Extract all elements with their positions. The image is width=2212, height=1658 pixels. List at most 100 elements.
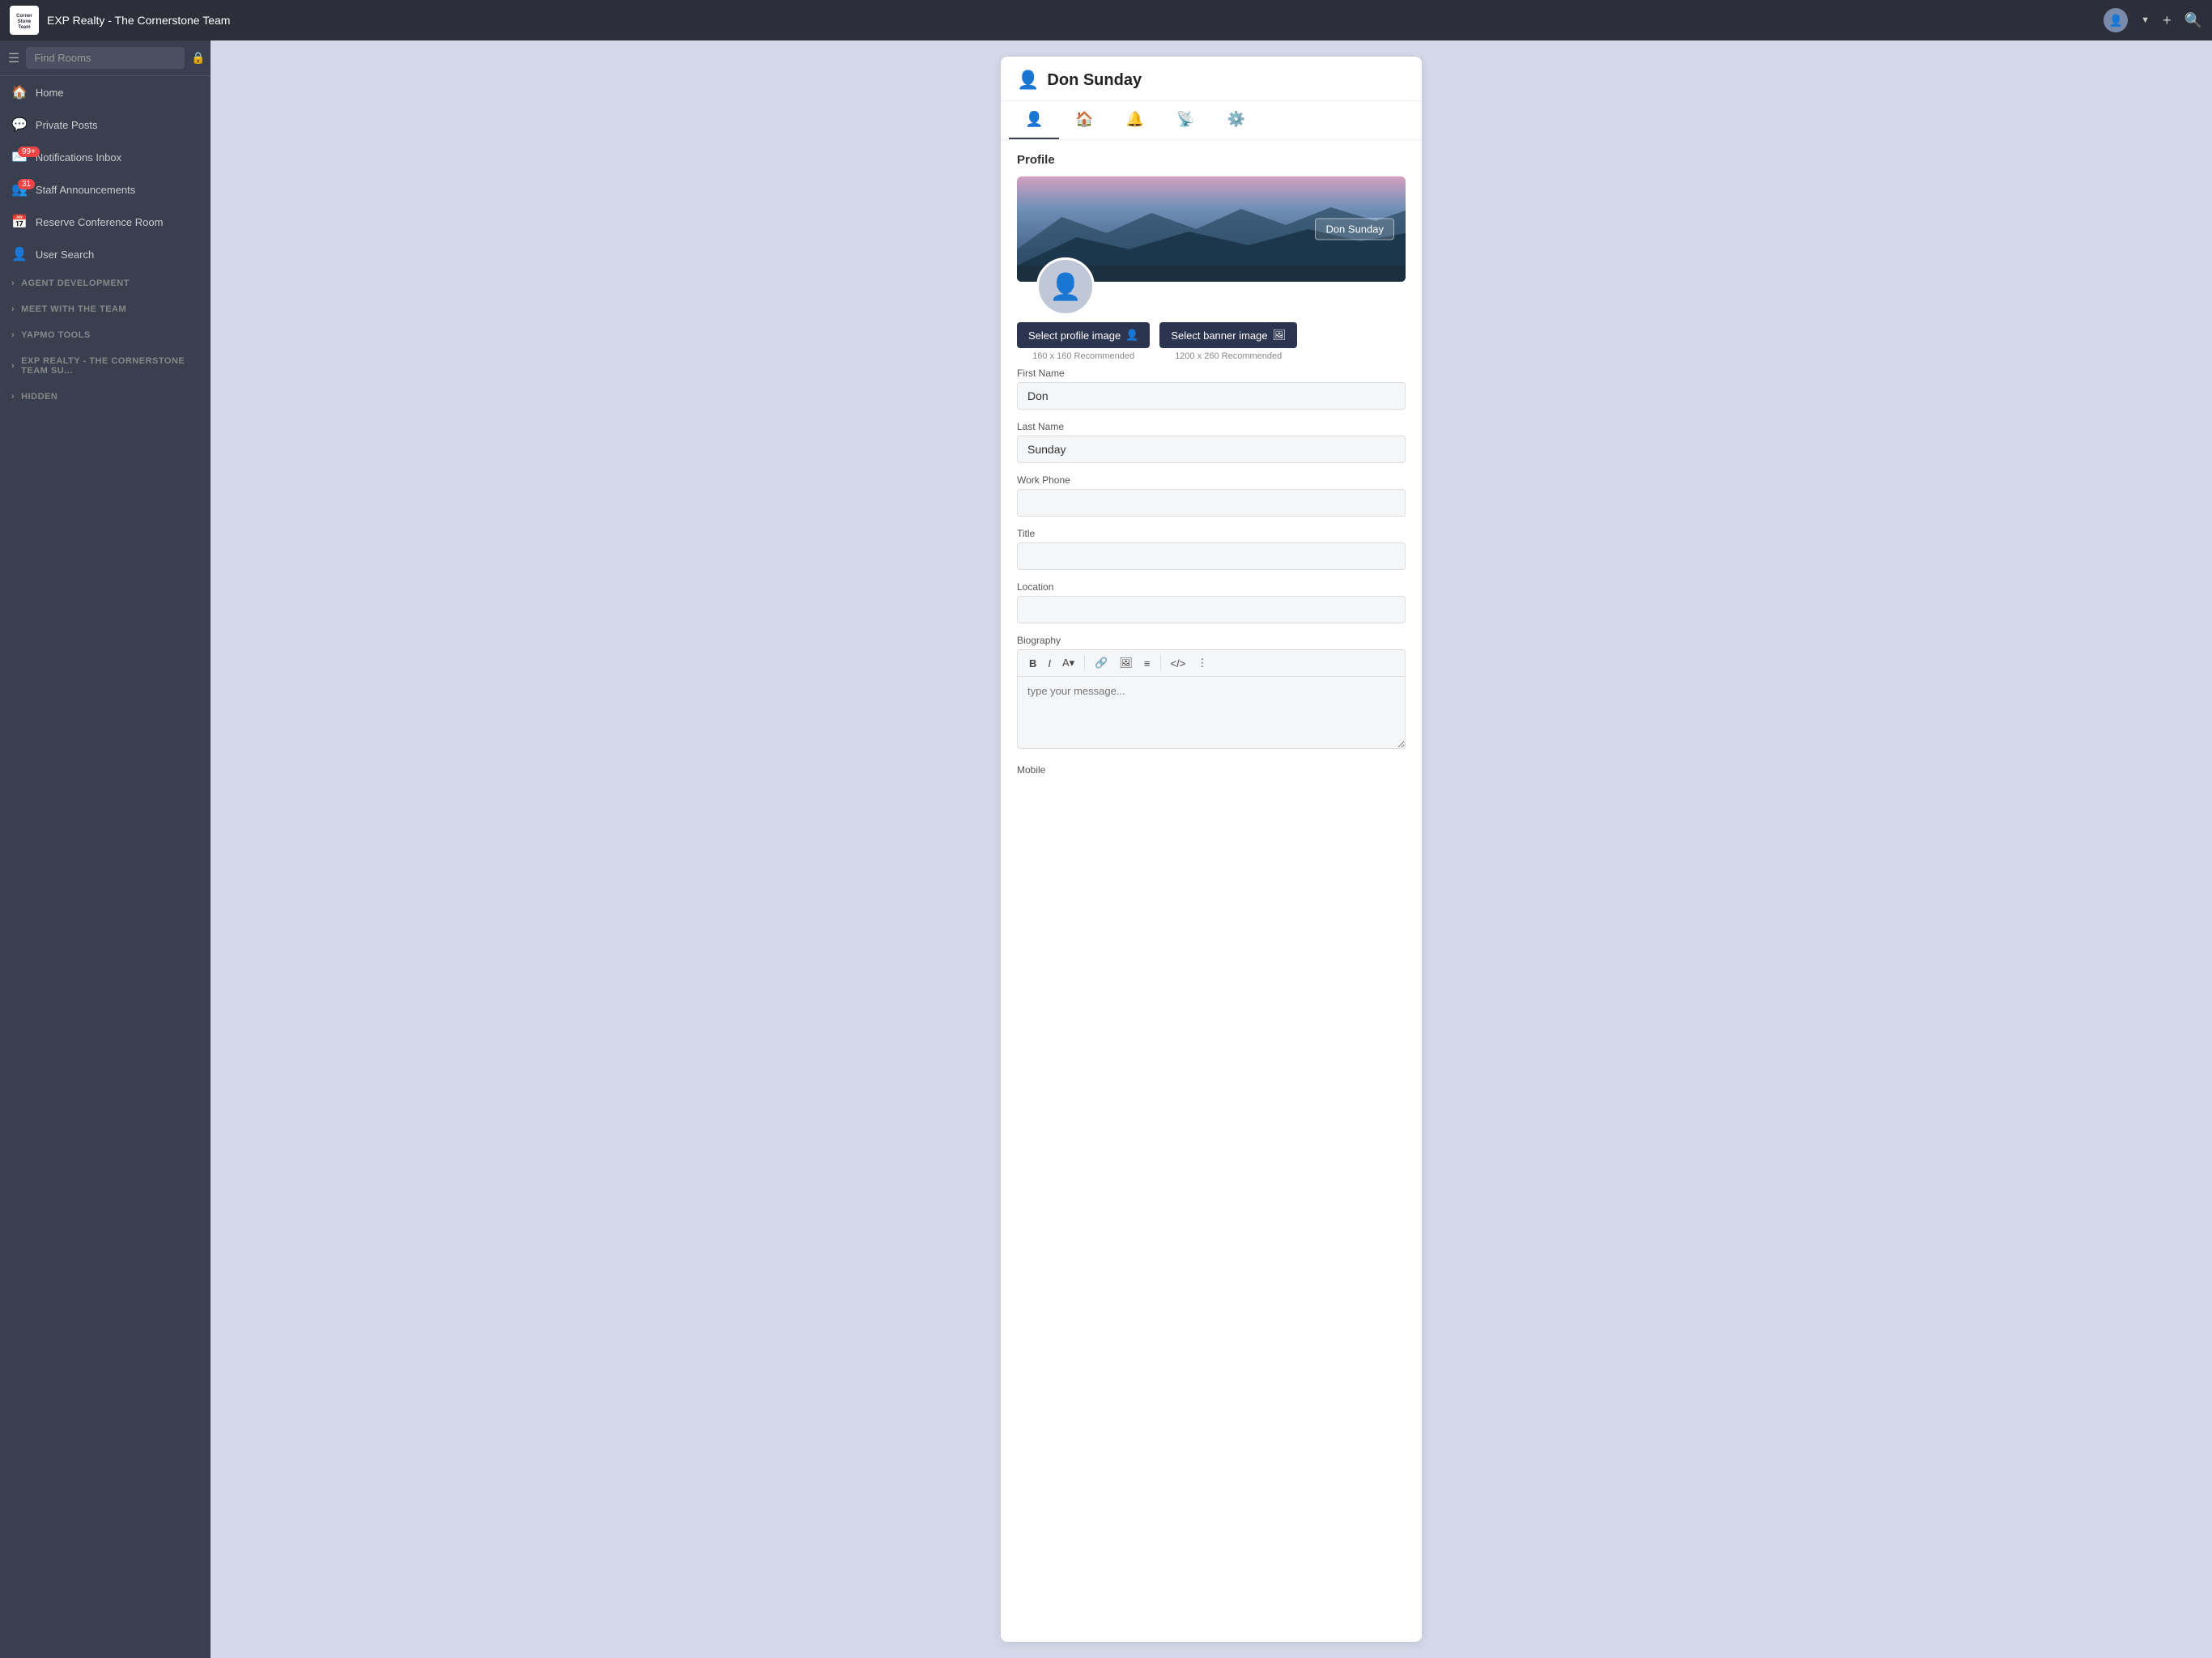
- home-icon: 🏠: [11, 84, 28, 100]
- banner-image-label: Select banner image: [1171, 329, 1267, 342]
- profile-image-label: Select profile image: [1028, 329, 1121, 342]
- bio-link-button[interactable]: 🔗: [1090, 653, 1112, 673]
- bio-italic-button[interactable]: I: [1043, 654, 1056, 673]
- bio-font-button[interactable]: A▾: [1057, 653, 1079, 673]
- content-area: 👤 Don Sunday 👤 🏠 🔔 📡 ⚙️ Profile: [211, 40, 2212, 1658]
- name-badge: Don Sunday: [1315, 219, 1394, 240]
- chevron-icon: ›: [11, 304, 15, 314]
- select-profile-image-button[interactable]: Select profile image 👤: [1017, 322, 1150, 348]
- tab-home[interactable]: 🏠: [1059, 101, 1109, 139]
- bio-toolbar: B I A▾ 🔗 🖼 ≡ </> ⋮: [1017, 649, 1406, 676]
- tab-profile[interactable]: 👤: [1009, 101, 1059, 139]
- profile-section-title: Profile: [1017, 153, 1406, 167]
- banner-image-group: Select banner image 🖼 1200 x 260 Recomme…: [1159, 322, 1297, 361]
- section-label: AGENT DEVELOPMENT: [21, 278, 130, 288]
- work-phone-group: Work Phone: [1017, 474, 1406, 517]
- last-name-input[interactable]: [1017, 436, 1406, 463]
- profile-image-icon: 👤: [1125, 329, 1138, 342]
- avatar-placeholder-icon: 👤: [1049, 271, 1082, 302]
- work-phone-label: Work Phone: [1017, 474, 1406, 486]
- chevron-icon: ›: [11, 361, 15, 371]
- biography-group: Biography B I A▾ 🔗 🖼 ≡ </> ⋮: [1017, 635, 1406, 753]
- sidebar-section-exp-cornerstone[interactable]: › EXP Realty - The Cornerstone Team Su..…: [0, 348, 211, 384]
- avatar-dropdown-icon[interactable]: ▼: [2141, 15, 2150, 25]
- location-input[interactable]: [1017, 596, 1406, 623]
- image-buttons: Select profile image 👤 160 x 160 Recomme…: [1017, 322, 1406, 361]
- last-name-label: Last Name: [1017, 421, 1406, 432]
- banner-area: Don Sunday 👤: [1017, 176, 1406, 282]
- topbar: Corner Stone Team EXP Realty - The Corne…: [0, 0, 2212, 40]
- biography-textarea[interactable]: [1017, 676, 1406, 749]
- sidebar-search-row: ☰ 🔒: [0, 40, 211, 76]
- location-group: Location: [1017, 581, 1406, 623]
- section-label: YAPMO TOOLS: [21, 330, 91, 340]
- user-search-icon: 👤: [11, 246, 28, 262]
- sidebar-item-label: Notifications Inbox: [36, 151, 199, 164]
- location-label: Location: [1017, 581, 1406, 593]
- tab-feed[interactable]: 📡: [1160, 101, 1210, 139]
- profile-user-icon: 👤: [1017, 70, 1039, 91]
- sidebar-section-meet-team[interactable]: › MEET WITH THE TEAM: [0, 296, 211, 322]
- sidebar-item-label: Staff Announcements: [36, 184, 199, 196]
- sidebar-item-label: Reserve Conference Room: [36, 216, 199, 228]
- profile-card-header: 👤 Don Sunday: [1001, 57, 1422, 101]
- bio-more-button[interactable]: ⋮: [1192, 653, 1212, 673]
- sidebar-item-label: User Search: [36, 249, 199, 261]
- title-input[interactable]: [1017, 542, 1406, 570]
- sidebar-item-label: Private Posts: [36, 119, 199, 131]
- biography-label: Biography: [1017, 635, 1406, 646]
- hamburger-icon: ☰: [8, 50, 19, 66]
- bio-list-button[interactable]: ≡: [1139, 654, 1155, 673]
- bio-code-button[interactable]: </>: [1166, 654, 1191, 673]
- chevron-icon: ›: [11, 392, 15, 402]
- user-avatar[interactable]: 👤: [2104, 8, 2128, 32]
- sidebar-item-notifications[interactable]: ✉️ 99+ Notifications Inbox: [0, 141, 211, 173]
- notifications-badge: 99+: [18, 147, 40, 157]
- profile-card: 👤 Don Sunday 👤 🏠 🔔 📡 ⚙️ Profile: [1001, 57, 1422, 1642]
- chevron-icon: ›: [11, 278, 15, 288]
- profile-image-group: Select profile image 👤 160 x 160 Recomme…: [1017, 322, 1150, 361]
- sidebar-item-user-search[interactable]: 👤 User Search: [0, 238, 211, 270]
- banner-image-hint: 1200 x 260 Recommended: [1175, 351, 1282, 361]
- sidebar-section-agent-development[interactable]: › AGENT DEVELOPMENT: [0, 270, 211, 296]
- find-rooms-input[interactable]: [26, 47, 185, 69]
- svg-text:Corner: Corner: [16, 14, 32, 19]
- bio-image-button[interactable]: 🖼: [1114, 653, 1138, 673]
- app-logo: Corner Stone Team: [10, 6, 39, 35]
- work-phone-input[interactable]: [1017, 489, 1406, 517]
- tab-settings[interactable]: ⚙️: [1211, 101, 1261, 139]
- sidebar: ☰ 🔒 🏠 Home 💬 Private Posts ✉️ 99+ Notifi…: [0, 40, 211, 1658]
- sidebar-section-hidden[interactable]: › HIDDEN: [0, 384, 211, 410]
- chevron-icon: ›: [11, 330, 15, 340]
- bio-divider-1: [1084, 656, 1085, 670]
- profile-image-hint: 160 x 160 Recommended: [1032, 351, 1134, 361]
- sidebar-section-yapmo-tools[interactable]: › YAPMO TOOLS: [0, 322, 211, 348]
- main-layout: ☰ 🔒 🏠 Home 💬 Private Posts ✉️ 99+ Notifi…: [0, 40, 2212, 1658]
- profile-tabs: 👤 🏠 🔔 📡 ⚙️: [1001, 101, 1422, 140]
- search-icon[interactable]: 🔍: [2184, 12, 2202, 29]
- first-name-input[interactable]: [1017, 382, 1406, 410]
- profile-name: Don Sunday: [1047, 71, 1142, 90]
- bio-bold-button[interactable]: B: [1024, 654, 1041, 673]
- svg-text:Stone: Stone: [18, 19, 32, 24]
- bio-divider-2: [1160, 656, 1161, 670]
- section-label: HIDDEN: [21, 392, 57, 402]
- tab-notifications[interactable]: 🔔: [1110, 101, 1160, 139]
- topbar-actions: 👤 ▼ + 🔍: [2104, 8, 2202, 32]
- sidebar-item-private-posts[interactable]: 💬 Private Posts: [0, 108, 211, 141]
- private-posts-icon: 💬: [11, 117, 28, 133]
- sidebar-item-staff-announcements[interactable]: 👥 31 Staff Announcements: [0, 173, 211, 206]
- mobile-group: Mobile: [1017, 764, 1406, 776]
- section-label: MEET WITH THE TEAM: [21, 304, 126, 314]
- avatar-icon: 👤: [2108, 14, 2122, 28]
- profile-body: Profile: [1001, 140, 1422, 800]
- add-icon[interactable]: +: [2163, 12, 2172, 29]
- avatar-circle: 👤: [1036, 257, 1095, 316]
- lock-icon: 🔒: [191, 51, 205, 65]
- sidebar-item-home[interactable]: 🏠 Home: [0, 76, 211, 108]
- mobile-label: Mobile: [1017, 764, 1406, 776]
- sidebar-item-label: Home: [36, 87, 199, 99]
- sidebar-item-reserve-room[interactable]: 📅 Reserve Conference Room: [0, 206, 211, 238]
- select-banner-image-button[interactable]: Select banner image 🖼: [1159, 322, 1297, 348]
- section-label: EXP Realty - The Cornerstone Team Su...: [21, 356, 199, 376]
